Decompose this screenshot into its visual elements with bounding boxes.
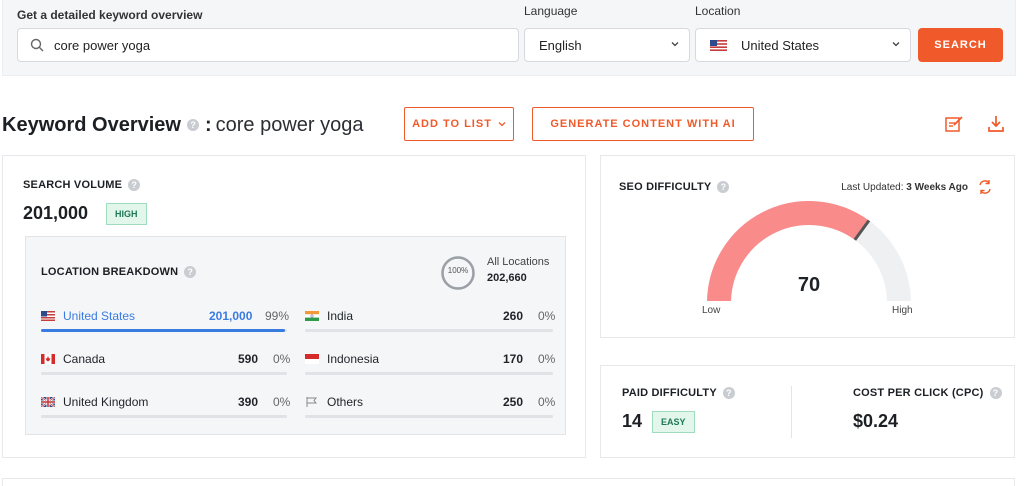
location-name: India [327,309,354,323]
edit-note-icon[interactable] [944,114,964,134]
last-updated: Last Updated: 3 Weeks Ago [841,182,968,193]
location-bar-track [41,329,287,332]
location-percent: 0% [538,395,556,409]
search-button[interactable]: SEARCH [918,28,1003,62]
seo-difficulty-score: 70 [797,274,821,296]
language-label: Language [524,4,578,18]
download-icon[interactable] [986,114,1006,134]
location-percent: 0% [538,352,556,366]
next-section-card [2,478,1015,486]
chevron-down-icon [498,122,506,127]
location-row-united-states[interactable]: United States 201,000 99% [41,307,290,332]
location-breakdown-title: LOCATION BREAKDOWN ? [41,266,197,278]
seo-difficulty-title-text: SEO DIFFICULTY [619,181,712,193]
page-title: Keyword Overview [2,113,181,136]
location-bar-track [305,329,553,332]
location-value: United States [741,37,820,53]
search-volume-card: SEARCH VOLUME ? 201,000 HIGH LOCATION BR… [2,155,586,458]
cpc-title-text: COST PER CLICK (CPC) [853,387,984,399]
keyword-search-input[interactable]: core power yoga [17,28,519,62]
location-label: Location [695,4,741,18]
keyword-search-value: core power yoga [54,37,151,53]
canada-flag-icon [41,354,55,364]
coverage-ring-label: 100% [447,266,469,275]
location-name: United States [63,309,136,323]
generate-content-button[interactable]: GENERATE CONTENT WITH AI [532,107,754,141]
help-icon[interactable]: ? [184,266,197,278]
location-select[interactable]: United States [695,28,911,62]
help-icon[interactable]: ? [989,387,1002,399]
location-row-canada[interactable]: Canada 590 0% [41,350,291,375]
uk-flag-icon [41,397,55,407]
flag-outline-icon [306,397,318,407]
cpc-title: COST PER CLICK (CPC) ? [853,387,1002,399]
seo-difficulty-card: SEO DIFFICULTY ? Last Updated: 3 Weeks A… [600,155,1015,338]
location-bar-track [305,415,553,418]
location-volume: 201,000 [209,309,253,323]
paid-difficulty-badge: EASY [652,411,695,433]
search-label: Get a detailed keyword overview [17,8,203,22]
search-volume-title-text: SEARCH VOLUME [23,179,123,191]
location-bar-fill [41,329,285,332]
location-percent: 99% [265,309,290,323]
help-icon[interactable]: ? [186,119,199,131]
refresh-icon[interactable] [977,179,993,195]
volume-level-badge: HIGH [106,203,147,225]
search-panel: Get a detailed keyword overview core pow… [2,0,1016,76]
location-row-india[interactable]: India 260 0% [305,307,556,332]
location-percent: 0% [273,352,291,366]
us-flag-icon [710,39,727,51]
divider [791,386,792,438]
location-row-united-kingdom[interactable]: United Kingdom 390 0% [41,393,291,418]
last-updated-label: Last Updated: [841,182,904,193]
search-volume-title: SEARCH VOLUME ? [23,179,141,191]
location-name: Indonesia [327,352,380,366]
search-icon [30,38,44,52]
chevron-down-icon [892,42,900,47]
add-to-list-button[interactable]: ADD TO LIST [404,107,514,141]
paid-difficulty-value: 14 [622,411,643,431]
location-name: United Kingdom [63,395,149,409]
paid-metrics-card: PAID DIFFICULTY ? 14 EASY COST PER CLICK… [600,365,1015,458]
search-volume-value: 201,000 [23,203,89,223]
language-value: English [539,37,582,53]
us-flag-icon [41,311,55,321]
location-bar-track [41,415,287,418]
location-bar-track [41,372,287,375]
location-bar-track [305,372,553,375]
gauge-low-label: Low [702,305,721,316]
gauge-high-label: High [892,305,913,316]
location-breakdown-title-text: LOCATION BREAKDOWN [41,266,179,278]
all-locations-label: All Locations [487,256,550,268]
location-volume: 250 [503,395,524,409]
page-keyword: core power yoga [215,113,364,136]
location-row-others[interactable]: Others 250 0% [305,393,556,418]
indonesia-flag-icon [305,354,319,364]
india-flag-icon [305,311,319,321]
location-breakdown-panel: LOCATION BREAKDOWN ? 100% All Locations … [25,236,566,435]
last-updated-value: 3 Weeks Ago [906,182,968,193]
language-select[interactable]: English [524,28,690,62]
add-to-list-label: ADD TO LIST [412,118,492,130]
location-name: Others [327,395,364,409]
location-row-indonesia[interactable]: Indonesia 170 0% [305,350,556,375]
location-volume: 390 [238,395,259,409]
help-icon[interactable]: ? [717,181,730,193]
title-separator: : [204,113,212,136]
chevron-down-icon [671,42,679,47]
all-locations-value: 202,660 [487,272,527,284]
location-volume: 260 [503,309,524,323]
location-name: Canada [63,352,106,366]
help-icon[interactable]: ? [128,179,141,191]
seo-difficulty-title: SEO DIFFICULTY ? [619,181,730,193]
page-header: Keyword Overview ? : core power yoga [2,108,364,142]
cpc-value: $0.24 [853,411,899,431]
location-percent: 0% [273,395,291,409]
paid-difficulty-title-text: PAID DIFFICULTY [622,387,717,399]
paid-difficulty-title: PAID DIFFICULTY ? [622,387,735,399]
location-percent: 0% [538,309,556,323]
location-volume: 170 [503,352,524,366]
location-volume: 590 [238,352,259,366]
help-icon[interactable]: ? [722,387,735,399]
